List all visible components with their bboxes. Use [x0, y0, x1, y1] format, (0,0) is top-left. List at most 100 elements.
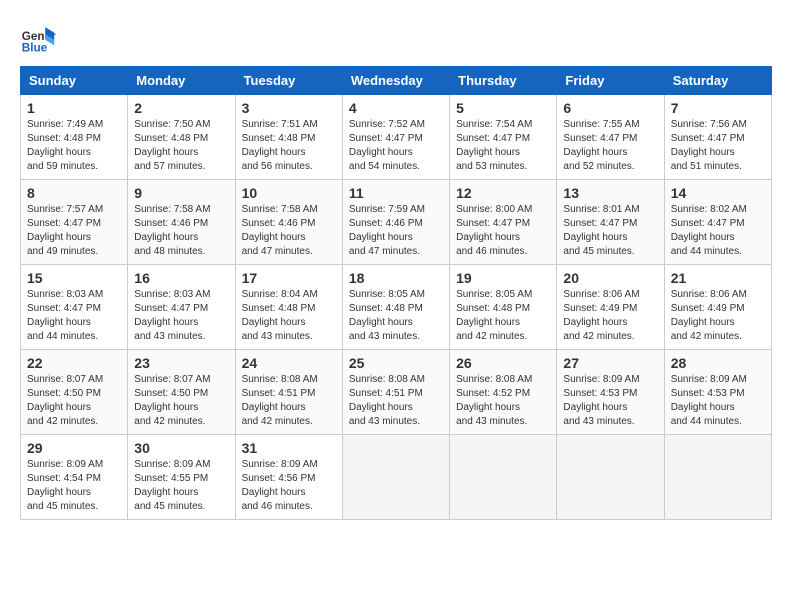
- day-cell-30: 30 Sunrise: 8:09 AM Sunset: 4:55 PM Dayl…: [128, 435, 235, 520]
- day-cell-29: 29 Sunrise: 8:09 AM Sunset: 4:54 PM Dayl…: [21, 435, 128, 520]
- day-number: 15: [27, 270, 121, 286]
- day-number: 1: [27, 100, 121, 116]
- calendar-table: SundayMondayTuesdayWednesdayThursdayFrid…: [20, 66, 772, 520]
- day-info: Sunrise: 8:09 AM Sunset: 4:54 PM Dayligh…: [27, 458, 121, 514]
- weekday-header-tuesday: Tuesday: [235, 67, 342, 95]
- day-info: Sunrise: 8:05 AM Sunset: 4:48 PM Dayligh…: [456, 288, 550, 344]
- day-info: Sunrise: 8:01 AM Sunset: 4:47 PM Dayligh…: [563, 203, 657, 259]
- day-cell-13: 13 Sunrise: 8:01 AM Sunset: 4:47 PM Dayl…: [557, 180, 664, 265]
- day-cell-24: 24 Sunrise: 8:08 AM Sunset: 4:51 PM Dayl…: [235, 350, 342, 435]
- day-number: 3: [242, 100, 336, 116]
- day-info: Sunrise: 8:03 AM Sunset: 4:47 PM Dayligh…: [134, 288, 228, 344]
- day-cell-5: 5 Sunrise: 7:54 AM Sunset: 4:47 PM Dayli…: [450, 95, 557, 180]
- day-number: 11: [349, 185, 443, 201]
- day-number: 22: [27, 355, 121, 371]
- day-cell-19: 19 Sunrise: 8:05 AM Sunset: 4:48 PM Dayl…: [450, 265, 557, 350]
- empty-cell: [664, 435, 771, 520]
- day-number: 19: [456, 270, 550, 286]
- day-info: Sunrise: 8:02 AM Sunset: 4:47 PM Dayligh…: [671, 203, 765, 259]
- day-cell-11: 11 Sunrise: 7:59 AM Sunset: 4:46 PM Dayl…: [342, 180, 449, 265]
- day-cell-26: 26 Sunrise: 8:08 AM Sunset: 4:52 PM Dayl…: [450, 350, 557, 435]
- day-info: Sunrise: 8:06 AM Sunset: 4:49 PM Dayligh…: [671, 288, 765, 344]
- day-info: Sunrise: 8:09 AM Sunset: 4:56 PM Dayligh…: [242, 458, 336, 514]
- weekday-header-monday: Monday: [128, 67, 235, 95]
- day-number: 2: [134, 100, 228, 116]
- day-number: 8: [27, 185, 121, 201]
- day-number: 24: [242, 355, 336, 371]
- day-info: Sunrise: 8:08 AM Sunset: 4:51 PM Dayligh…: [349, 373, 443, 429]
- day-info: Sunrise: 7:58 AM Sunset: 4:46 PM Dayligh…: [242, 203, 336, 259]
- day-cell-8: 8 Sunrise: 7:57 AM Sunset: 4:47 PM Dayli…: [21, 180, 128, 265]
- day-info: Sunrise: 8:06 AM Sunset: 4:49 PM Dayligh…: [563, 288, 657, 344]
- weekday-header-wednesday: Wednesday: [342, 67, 449, 95]
- day-number: 18: [349, 270, 443, 286]
- day-number: 27: [563, 355, 657, 371]
- day-info: Sunrise: 8:08 AM Sunset: 4:51 PM Dayligh…: [242, 373, 336, 429]
- day-cell-20: 20 Sunrise: 8:06 AM Sunset: 4:49 PM Dayl…: [557, 265, 664, 350]
- day-cell-7: 7 Sunrise: 7:56 AM Sunset: 4:47 PM Dayli…: [664, 95, 771, 180]
- day-number: 12: [456, 185, 550, 201]
- day-number: 26: [456, 355, 550, 371]
- empty-cell: [342, 435, 449, 520]
- day-info: Sunrise: 8:07 AM Sunset: 4:50 PM Dayligh…: [134, 373, 228, 429]
- day-cell-15: 15 Sunrise: 8:03 AM Sunset: 4:47 PM Dayl…: [21, 265, 128, 350]
- svg-text:Blue: Blue: [22, 42, 48, 55]
- logo-icon: General Blue: [20, 20, 56, 56]
- day-cell-23: 23 Sunrise: 8:07 AM Sunset: 4:50 PM Dayl…: [128, 350, 235, 435]
- day-info: Sunrise: 7:51 AM Sunset: 4:48 PM Dayligh…: [242, 118, 336, 174]
- day-cell-1: 1 Sunrise: 7:49 AM Sunset: 4:48 PM Dayli…: [21, 95, 128, 180]
- weekday-header-saturday: Saturday: [664, 67, 771, 95]
- day-info: Sunrise: 7:58 AM Sunset: 4:46 PM Dayligh…: [134, 203, 228, 259]
- day-number: 9: [134, 185, 228, 201]
- day-info: Sunrise: 8:00 AM Sunset: 4:47 PM Dayligh…: [456, 203, 550, 259]
- day-info: Sunrise: 7:52 AM Sunset: 4:47 PM Dayligh…: [349, 118, 443, 174]
- day-cell-14: 14 Sunrise: 8:02 AM Sunset: 4:47 PM Dayl…: [664, 180, 771, 265]
- day-info: Sunrise: 8:04 AM Sunset: 4:48 PM Dayligh…: [242, 288, 336, 344]
- day-number: 23: [134, 355, 228, 371]
- day-info: Sunrise: 7:54 AM Sunset: 4:47 PM Dayligh…: [456, 118, 550, 174]
- day-info: Sunrise: 8:08 AM Sunset: 4:52 PM Dayligh…: [456, 373, 550, 429]
- day-number: 20: [563, 270, 657, 286]
- day-info: Sunrise: 7:59 AM Sunset: 4:46 PM Dayligh…: [349, 203, 443, 259]
- day-cell-17: 17 Sunrise: 8:04 AM Sunset: 4:48 PM Dayl…: [235, 265, 342, 350]
- day-number: 29: [27, 440, 121, 456]
- day-info: Sunrise: 7:49 AM Sunset: 4:48 PM Dayligh…: [27, 118, 121, 174]
- day-number: 31: [242, 440, 336, 456]
- day-cell-12: 12 Sunrise: 8:00 AM Sunset: 4:47 PM Dayl…: [450, 180, 557, 265]
- day-number: 21: [671, 270, 765, 286]
- day-cell-21: 21 Sunrise: 8:06 AM Sunset: 4:49 PM Dayl…: [664, 265, 771, 350]
- day-info: Sunrise: 7:55 AM Sunset: 4:47 PM Dayligh…: [563, 118, 657, 174]
- day-info: Sunrise: 8:09 AM Sunset: 4:55 PM Dayligh…: [134, 458, 228, 514]
- day-number: 14: [671, 185, 765, 201]
- day-cell-27: 27 Sunrise: 8:09 AM Sunset: 4:53 PM Dayl…: [557, 350, 664, 435]
- empty-cell: [450, 435, 557, 520]
- page-header: General Blue: [20, 20, 772, 56]
- day-info: Sunrise: 8:05 AM Sunset: 4:48 PM Dayligh…: [349, 288, 443, 344]
- day-cell-25: 25 Sunrise: 8:08 AM Sunset: 4:51 PM Dayl…: [342, 350, 449, 435]
- weekday-header-friday: Friday: [557, 67, 664, 95]
- day-cell-16: 16 Sunrise: 8:03 AM Sunset: 4:47 PM Dayl…: [128, 265, 235, 350]
- day-number: 30: [134, 440, 228, 456]
- day-cell-2: 2 Sunrise: 7:50 AM Sunset: 4:48 PM Dayli…: [128, 95, 235, 180]
- day-cell-22: 22 Sunrise: 8:07 AM Sunset: 4:50 PM Dayl…: [21, 350, 128, 435]
- day-cell-18: 18 Sunrise: 8:05 AM Sunset: 4:48 PM Dayl…: [342, 265, 449, 350]
- day-number: 13: [563, 185, 657, 201]
- day-cell-3: 3 Sunrise: 7:51 AM Sunset: 4:48 PM Dayli…: [235, 95, 342, 180]
- day-info: Sunrise: 8:07 AM Sunset: 4:50 PM Dayligh…: [27, 373, 121, 429]
- day-cell-9: 9 Sunrise: 7:58 AM Sunset: 4:46 PM Dayli…: [128, 180, 235, 265]
- day-number: 7: [671, 100, 765, 116]
- day-number: 28: [671, 355, 765, 371]
- day-number: 4: [349, 100, 443, 116]
- day-cell-6: 6 Sunrise: 7:55 AM Sunset: 4:47 PM Dayli…: [557, 95, 664, 180]
- weekday-header-sunday: Sunday: [21, 67, 128, 95]
- weekday-header-thursday: Thursday: [450, 67, 557, 95]
- day-info: Sunrise: 7:57 AM Sunset: 4:47 PM Dayligh…: [27, 203, 121, 259]
- day-info: Sunrise: 7:56 AM Sunset: 4:47 PM Dayligh…: [671, 118, 765, 174]
- day-cell-31: 31 Sunrise: 8:09 AM Sunset: 4:56 PM Dayl…: [235, 435, 342, 520]
- day-cell-28: 28 Sunrise: 8:09 AM Sunset: 4:53 PM Dayl…: [664, 350, 771, 435]
- empty-cell: [557, 435, 664, 520]
- day-number: 10: [242, 185, 336, 201]
- day-info: Sunrise: 8:09 AM Sunset: 4:53 PM Dayligh…: [671, 373, 765, 429]
- day-number: 5: [456, 100, 550, 116]
- logo: General Blue: [20, 20, 56, 56]
